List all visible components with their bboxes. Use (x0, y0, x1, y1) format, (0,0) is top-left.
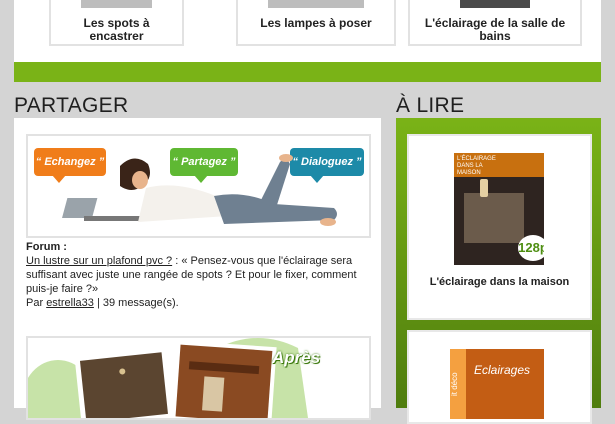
category-card-spots[interactable]: Les spots à encastrer (49, 0, 184, 46)
cover-title: Eclairages (474, 363, 531, 377)
woman-laptop-illustration (62, 154, 337, 226)
price-badge: 128p (518, 235, 544, 261)
forum-topic-link[interactable]: Un lustre sur un plafond pvc ? (26, 255, 172, 267)
forum-separator: : (172, 255, 182, 267)
green-divider (14, 62, 601, 82)
book-cover[interactable]: L'ÉCLAIRAGE DANS LA MAISON 128p (454, 153, 544, 265)
forum-by: Par (26, 297, 47, 309)
before-after-card[interactable]: Après (26, 336, 371, 420)
book-cover[interactable]: it déco Eclairages (450, 349, 544, 419)
top-section: Les spots à encastrer Les lampes à poser… (14, 0, 601, 62)
read-panel: L'ÉCLAIRAGE DANS LA MAISON 128p L'éclair… (396, 118, 601, 424)
category-label[interactable]: Les lampes à poser (242, 17, 390, 30)
category-label[interactable]: Les spots à encastrer (55, 17, 178, 43)
forum-author-link[interactable]: estrella33 (46, 297, 94, 309)
cover-title: L'ÉCLAIRAGE DANS LA MAISON (457, 156, 496, 176)
forum-message-count: | 39 message(s). (93, 297, 179, 309)
cover-photo (464, 193, 524, 243)
read-heading: À LIRE (396, 94, 465, 117)
cover-side-text: it déco (450, 349, 466, 419)
book-card[interactable]: it déco Eclairages (407, 330, 592, 424)
category-thumbnail[interactable] (460, 0, 530, 8)
community-banner[interactable]: “ Echangez ” “ Partagez ” “ Dialoguez ” (26, 134, 371, 238)
book-title[interactable]: L'éclairage dans la maison (409, 276, 590, 288)
forum-post: Forum : Un lustre sur un plafond pvc ? :… (26, 240, 372, 310)
lamp-icon (480, 179, 488, 197)
book-card[interactable]: L'ÉCLAIRAGE DANS LA MAISON 128p L'éclair… (407, 134, 592, 320)
category-card-lampes[interactable]: Les lampes à poser (236, 0, 396, 46)
share-panel: “ Echangez ” “ Partagez ” “ Dialoguez ” … (14, 118, 381, 420)
category-thumbnail[interactable] (268, 0, 364, 8)
share-heading: PARTAGER (14, 94, 129, 117)
apres-label: Après (272, 348, 321, 367)
forum-label: Forum : (26, 241, 67, 253)
category-label[interactable]: L'éclairage de la salle de bains (414, 17, 576, 43)
category-thumbnail[interactable] (81, 0, 152, 8)
category-card-salle-de-bains[interactable]: L'éclairage de la salle de bains (408, 0, 582, 46)
